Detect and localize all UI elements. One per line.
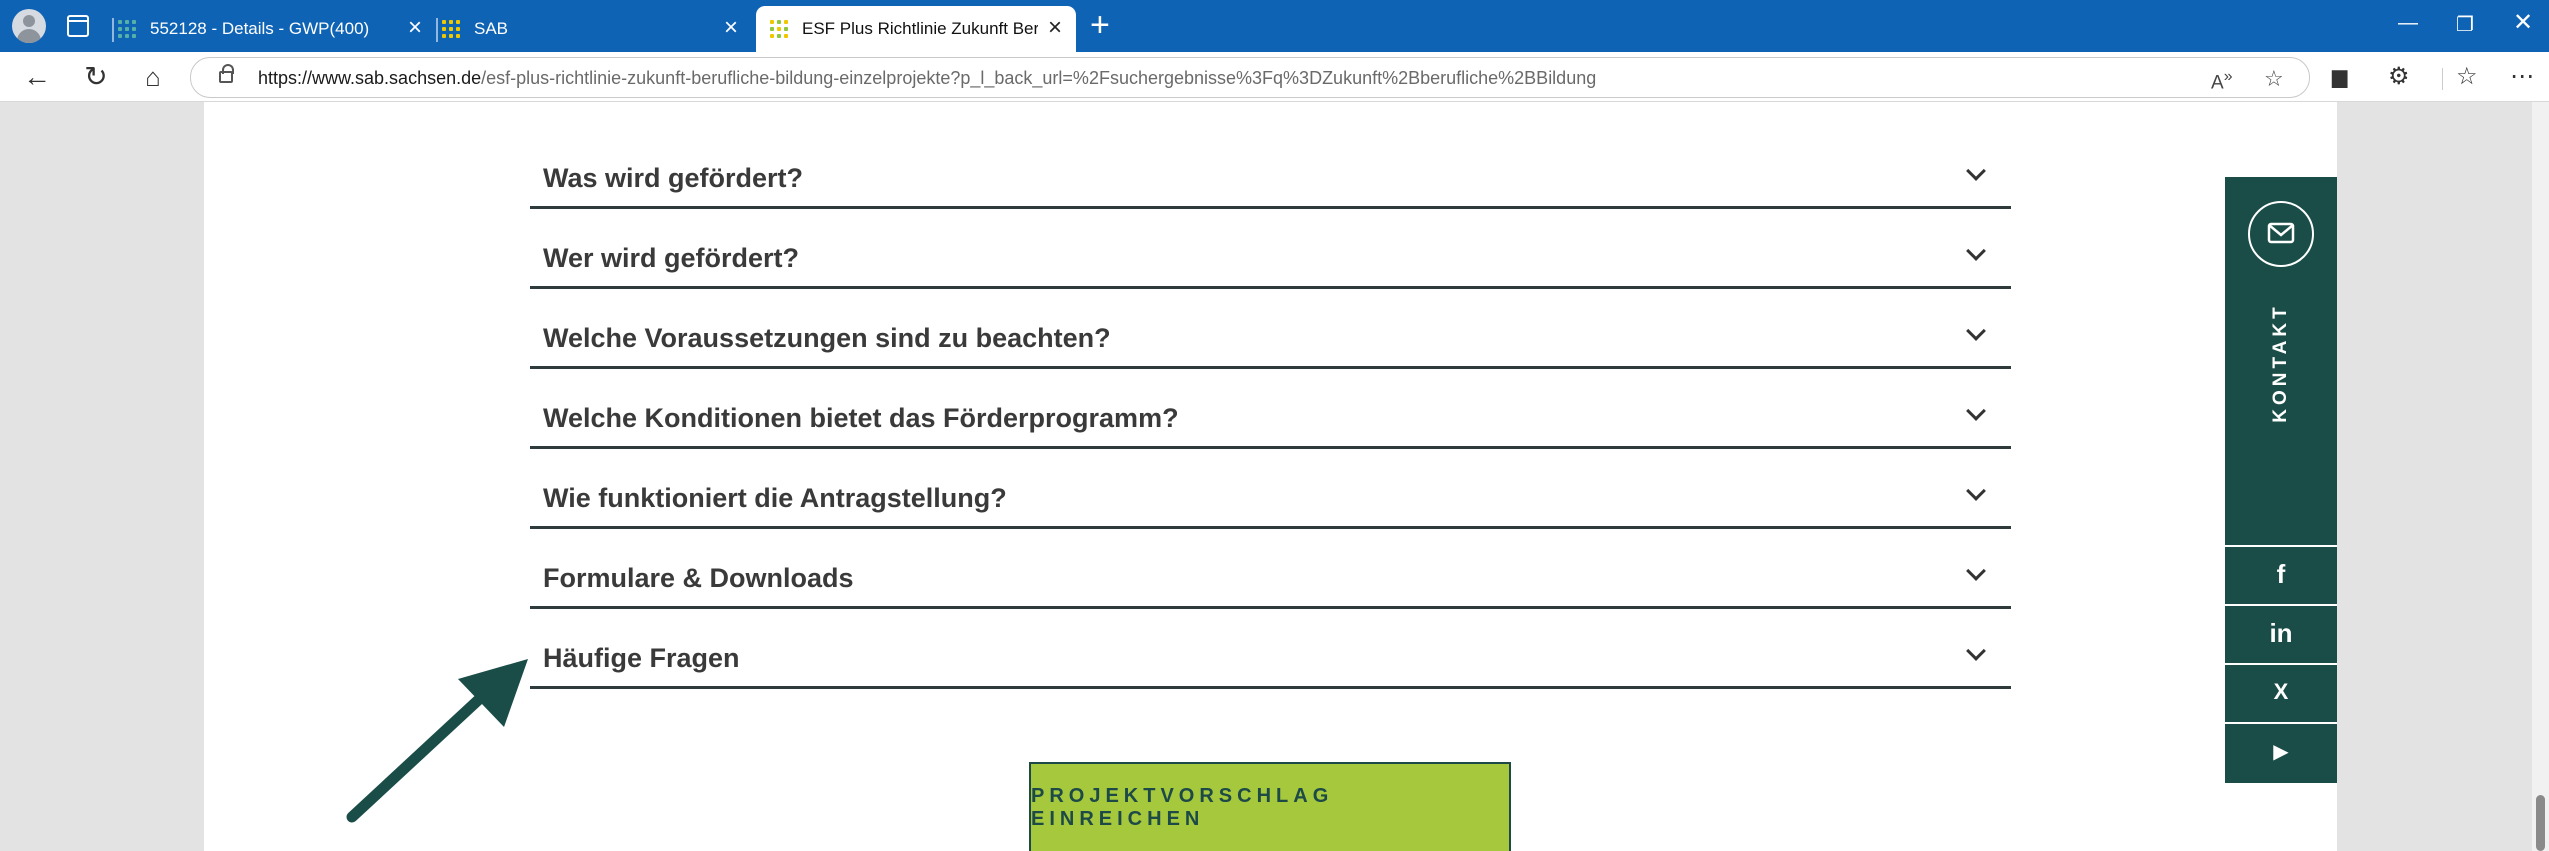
accordion-item-voraussetzungen[interactable]: Welche Voraussetzungen sind zu beachten? [530,291,2011,369]
tab-strip: 552128 - Details - GWP(400) × SAB × ESF … [0,0,2549,52]
chevron-down-icon[interactable] [1966,641,1986,661]
page-scrollbar[interactable] [2532,102,2549,851]
address-bar[interactable]: https://www.sab.sachsen.de/esf-plus-rich… [190,57,2310,98]
accordion-question: Welche Konditionen bietet das Förderprog… [543,403,1179,433]
accordion-item-was-wird-gefoerdert[interactable]: Was wird gefördert? [530,131,2011,209]
minimize-icon[interactable]: — [2398,12,2418,35]
close-window-icon[interactable]: ✕ [2513,8,2533,37]
contact-sidebar: KONTAKT f in X ▶ [2225,177,2337,783]
chevron-down-icon[interactable] [1966,561,1986,581]
scrollbar-thumb[interactable] [2536,795,2545,851]
accordion-question: Häufige Fragen [543,643,740,673]
favorites-list-icon[interactable]: ☆ [2456,63,2478,91]
facebook-icon[interactable]: f [2225,545,2337,601]
more-menu-icon[interactable]: ⋯ [2510,63,2534,91]
collections-icon[interactable]: ▆ [2332,63,2347,91]
refresh-icon[interactable]: ↻ [79,61,113,95]
tab-close-icon[interactable]: × [408,16,422,40]
extensions-icon[interactable]: ⚙ [2388,63,2410,91]
tab-title: SAB [474,19,509,38]
profile-avatar[interactable] [12,9,46,43]
new-tab-icon[interactable]: + [1090,8,1110,42]
annotation-arrow-icon [346,659,528,823]
chevron-down-icon[interactable] [1966,321,1986,341]
accordion-item-wer-wird-gefoerdert[interactable]: Wer wird gefördert? [530,211,2011,289]
tab-sab[interactable]: SAB × [436,6,752,52]
lock-icon[interactable] [219,64,234,83]
favorite-star-icon[interactable]: ☆ [2264,66,2284,92]
tab-title: ESF Plus Richtlinie Zukunft Berufli [802,19,1038,38]
tab-close-icon[interactable]: × [724,16,738,40]
restore-icon[interactable]: ❐ [2456,12,2474,37]
accordion-question: Wie funktioniert die Antragstellung? [543,483,1007,513]
tab-favicon-icon [442,19,462,39]
accordion-question: Was wird gefördert? [543,163,804,193]
url-text[interactable]: https://www.sab.sachsen.de/esf-plus-rich… [258,68,1596,89]
accordion-item-formulare-downloads[interactable]: Formulare & Downloads [530,531,2011,609]
tab-favicon-icon [770,19,790,39]
kontakt-label: KONTAKT [2270,303,2291,423]
home-icon[interactable]: ⌂ [136,61,170,95]
accordion-item-antragstellung[interactable]: Wie funktioniert die Antragstellung? [530,451,2011,529]
mail-icon [2248,201,2314,267]
accordion-item-konditionen[interactable]: Welche Konditionen bietet das Förderprog… [530,371,2011,449]
chevron-down-icon[interactable] [1966,161,1986,181]
chevron-down-icon[interactable] [1966,401,1986,421]
accordion-question: Wer wird gefördert? [543,243,800,273]
accordion-item-haeufige-fragen[interactable]: Häufige Fragen [530,611,2011,689]
tab-title: 552128 - Details - GWP(400) [150,19,370,38]
chevron-down-icon[interactable] [1966,241,1986,261]
linkedin-icon[interactable]: in [2225,604,2337,660]
kontakt-link[interactable]: KONTAKT [2225,177,2337,545]
youtube-icon[interactable]: ▶ [2225,722,2337,778]
xing-icon[interactable]: X [2225,663,2337,719]
chevron-down-icon[interactable] [1966,481,1986,501]
tab-favicon-icon [118,19,138,39]
tab-actions-icon[interactable] [67,15,89,37]
back-icon[interactable]: ← [20,61,54,95]
tab-close-icon[interactable]: × [1048,16,1062,40]
accordion-question: Formulare & Downloads [543,563,854,593]
tab-gwp-details[interactable]: 552128 - Details - GWP(400) × [112,6,436,52]
read-aloud-icon[interactable]: A» [2211,68,2233,94]
tab-esf-plus-active[interactable]: ESF Plus Richtlinie Zukunft Berufli × [756,6,1076,52]
accordion-question: Welche Voraussetzungen sind zu beachten? [543,323,1111,353]
cta-label: PROJEKTVORSCHLAG EINREICHEN [1031,784,1334,830]
navigation-bar: ← ↻ ⌂ https://www.sab.sachsen.de/esf-plu… [0,52,2549,102]
projektvorschlag-einreichen-button[interactable]: PROJEKTVORSCHLAG EINREICHEN [1029,762,1511,851]
